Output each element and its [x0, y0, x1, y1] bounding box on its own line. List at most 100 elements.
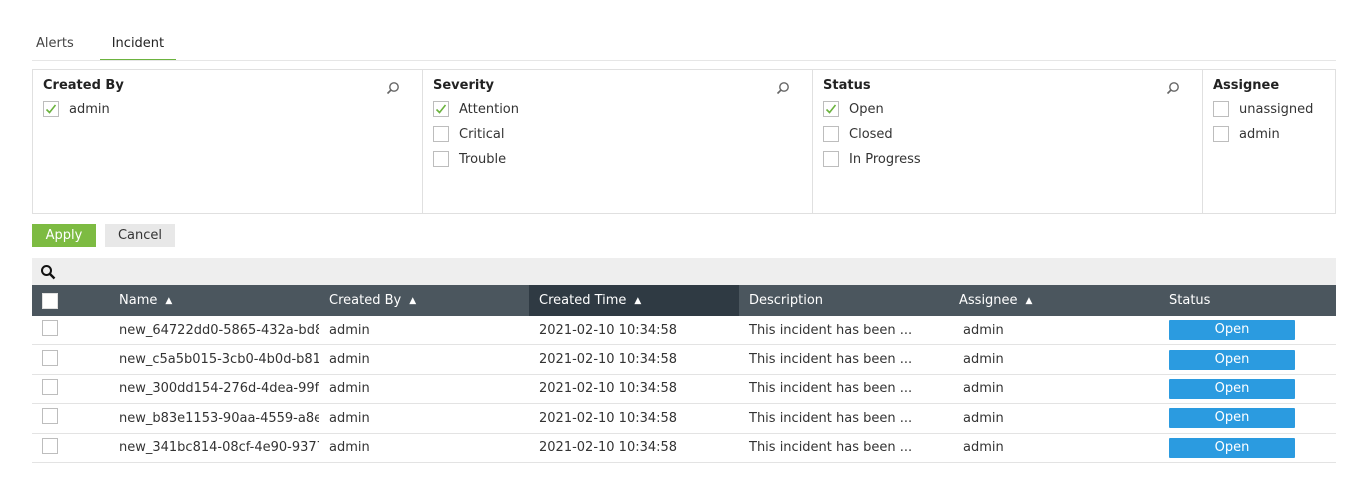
column-header-name[interactable]: Name ▲: [109, 285, 319, 316]
cell-assignee: admin: [963, 322, 1004, 338]
cell-name[interactable]: new_300dd154-276d-4dea-99f...: [109, 381, 319, 396]
status-badge[interactable]: Open: [1169, 378, 1295, 399]
column-header-created-time[interactable]: Created Time ▲: [529, 285, 739, 316]
cell-created-time: 2021-02-10 10:34:58: [539, 352, 678, 368]
cell-name[interactable]: new_c5a5b015-3cb0-4b0d-b81...: [109, 352, 319, 367]
filter-option-label: Trouble: [459, 151, 507, 167]
filter-option[interactable]: Attention: [433, 97, 802, 121]
search-icon[interactable]: [776, 81, 790, 95]
filter-option[interactable]: Open: [823, 97, 1192, 121]
checkbox[interactable]: [1213, 126, 1229, 142]
tab-divider: [32, 60, 1336, 61]
check-icon: [435, 104, 447, 114]
row-checkbox[interactable]: [42, 378, 58, 395]
filter-option[interactable]: admin: [43, 97, 412, 121]
row-checkbox[interactable]: [42, 320, 58, 337]
cell-name[interactable]: new_b83e1153-90aa-4559-a8e...: [109, 411, 319, 426]
cancel-button[interactable]: Cancel: [105, 224, 175, 247]
checkbox[interactable]: [433, 151, 449, 167]
filter-option-label: In Progress: [849, 151, 921, 167]
checkbox-checked[interactable]: [43, 101, 59, 117]
filter-option-label: Attention: [459, 101, 519, 117]
filter-assignee-title: Assignee: [1213, 78, 1280, 93]
checkbox[interactable]: [433, 126, 449, 142]
filter-severity: Severity Attention Critical Trouble: [423, 70, 813, 213]
cell-assignee: admin: [963, 440, 1004, 456]
tab-incident[interactable]: Incident: [99, 28, 177, 61]
table-row[interactable]: new_341bc814-08cf-4e90-9377... admin 202…: [32, 434, 1336, 463]
table-body: new_64722dd0-5865-432a-bd8... admin 2021…: [32, 316, 1336, 463]
row-select: [32, 320, 109, 340]
checkbox-checked[interactable]: [823, 101, 839, 117]
column-header-label: Created By: [329, 293, 402, 308]
table-row[interactable]: new_b83e1153-90aa-4559-a8e... admin 2021…: [32, 404, 1336, 434]
tab-alerts[interactable]: Alerts: [32, 28, 78, 61]
status-badge[interactable]: Open: [1169, 349, 1295, 370]
cell-status: Open: [1159, 320, 1336, 341]
sort-asc-icon: ▲: [634, 296, 642, 306]
column-header-status[interactable]: Status: [1159, 285, 1336, 316]
select-all-checkbox[interactable]: [42, 292, 58, 309]
column-header-label: Status: [1169, 293, 1211, 308]
status-badge[interactable]: Open: [1169, 437, 1295, 458]
filter-status: Status Open Closed In Progress: [813, 70, 1203, 213]
filter-option[interactable]: unassigned: [1213, 97, 1327, 121]
cell-created-time: 2021-02-10 10:34:58: [539, 322, 678, 338]
filter-panel: Created By admin Severity Attention Crit…: [32, 69, 1336, 214]
status-badge[interactable]: Open: [1169, 408, 1295, 429]
tab-bar: Alerts Incident: [32, 28, 204, 61]
cell-status: Open: [1159, 378, 1336, 399]
filter-option-label: unassigned: [1239, 101, 1314, 117]
header-select-all: [32, 285, 109, 316]
filter-option[interactable]: Trouble: [433, 147, 802, 171]
filter-option-label: admin: [1239, 126, 1280, 142]
filter-option-label: Critical: [459, 126, 505, 142]
cell-description: This incident has been ...: [749, 352, 913, 368]
filter-option[interactable]: Closed: [823, 122, 1192, 146]
check-icon: [45, 104, 57, 114]
checkbox[interactable]: [823, 151, 839, 167]
cell-description: This incident has been ...: [749, 322, 913, 338]
apply-button[interactable]: Apply: [32, 224, 96, 247]
search-icon[interactable]: [1166, 81, 1180, 95]
search-icon[interactable]: [386, 81, 400, 95]
table-header: Name ▲ Created By ▲ Created Time ▲ Descript…: [32, 285, 1336, 316]
cell-name[interactable]: new_64722dd0-5865-432a-bd8...: [109, 323, 319, 338]
cell-created-by: admin: [329, 440, 370, 456]
column-header-description[interactable]: Description: [739, 285, 949, 316]
incident-page: Alerts Incident Created By admin Severit…: [0, 0, 1370, 494]
row-select: [32, 408, 109, 428]
column-header-label: Assignee: [959, 293, 1018, 308]
cell-created-by: admin: [329, 410, 370, 426]
cell-assignee: admin: [963, 381, 1004, 397]
table-row[interactable]: new_64722dd0-5865-432a-bd8... admin 2021…: [32, 316, 1336, 346]
column-header-assignee[interactable]: Assignee ▲: [949, 285, 1159, 316]
table-toolbar: [32, 258, 1336, 285]
check-icon: [825, 104, 837, 114]
checkbox-checked[interactable]: [433, 101, 449, 117]
filter-created-by-title: Created By: [43, 78, 124, 93]
cell-created-by: admin: [329, 352, 370, 368]
row-checkbox[interactable]: [42, 408, 58, 425]
column-header-label: Name: [119, 293, 158, 308]
search-icon[interactable]: [40, 264, 56, 280]
filter-option-label: Open: [849, 101, 884, 117]
table-row[interactable]: new_300dd154-276d-4dea-99f... admin 2021…: [32, 375, 1336, 405]
filter-status-title: Status: [823, 78, 871, 93]
filter-option[interactable]: admin: [1213, 122, 1327, 146]
table-row[interactable]: new_c5a5b015-3cb0-4b0d-b81... admin 2021…: [32, 345, 1336, 375]
cell-description: This incident has been ...: [749, 381, 913, 397]
row-checkbox[interactable]: [42, 437, 58, 454]
cell-created-by: admin: [329, 381, 370, 397]
column-header-created-by[interactable]: Created By ▲: [319, 285, 529, 316]
filter-option[interactable]: In Progress: [823, 147, 1192, 171]
sort-asc-icon: ▲: [165, 296, 173, 306]
status-badge[interactable]: Open: [1169, 320, 1295, 341]
checkbox[interactable]: [1213, 101, 1229, 117]
row-select: [32, 349, 109, 370]
row-select: [32, 378, 109, 399]
checkbox[interactable]: [823, 126, 839, 142]
cell-name[interactable]: new_341bc814-08cf-4e90-9377...: [109, 440, 319, 455]
row-checkbox[interactable]: [42, 349, 58, 366]
filter-option[interactable]: Critical: [433, 122, 802, 146]
